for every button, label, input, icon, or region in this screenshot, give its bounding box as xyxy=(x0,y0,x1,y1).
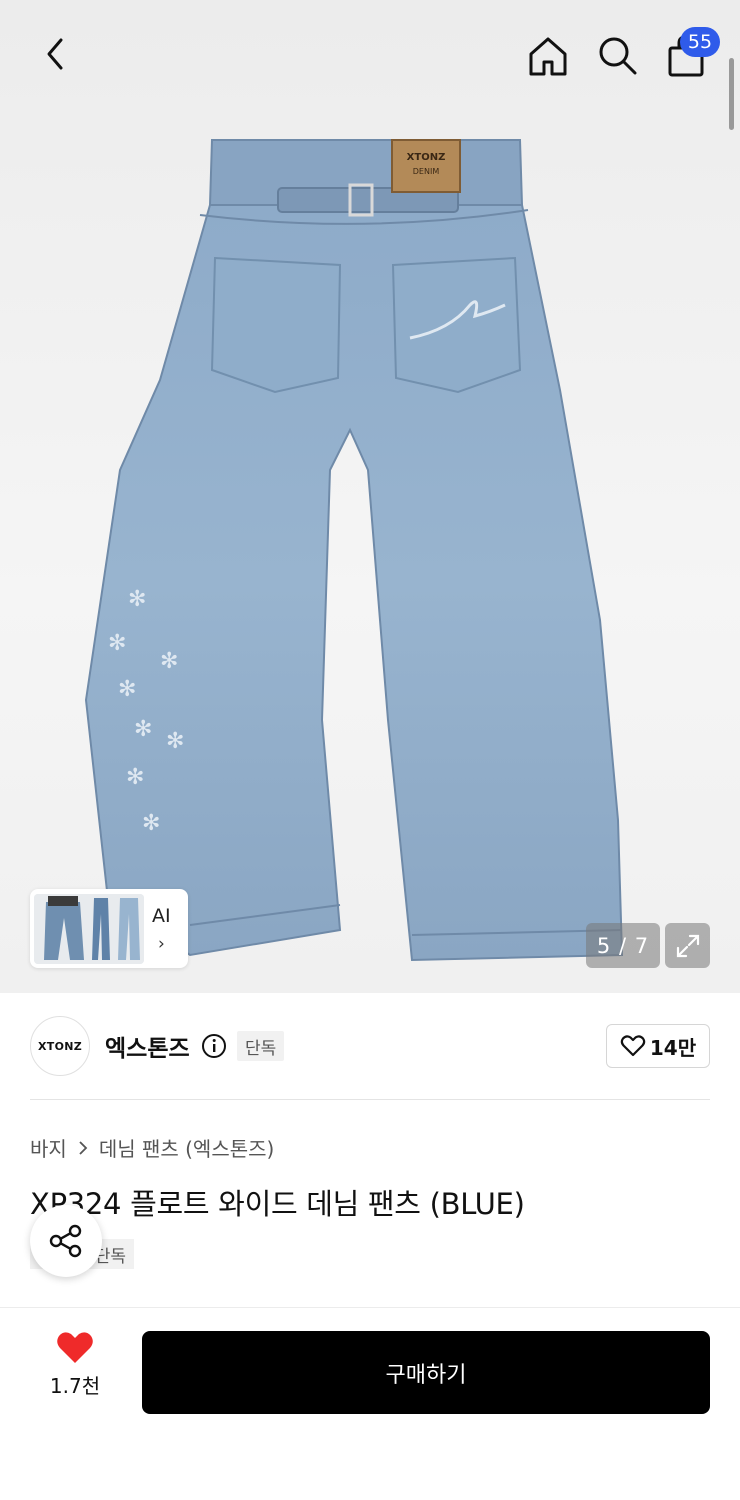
image-counter: 5 / 7 xyxy=(586,923,660,968)
exclusive-badge: 단독 xyxy=(237,1031,285,1061)
svg-text:✻: ✻ xyxy=(160,649,178,674)
home-icon xyxy=(529,37,567,76)
info-icon[interactable] xyxy=(201,1033,227,1059)
svg-text:✻: ✻ xyxy=(108,631,126,656)
svg-text:✻: ✻ xyxy=(142,811,160,836)
home-button[interactable] xyxy=(522,30,574,82)
ai-thumbnail xyxy=(34,894,144,964)
expand-icon xyxy=(676,934,699,957)
cart-count-badge: 55 xyxy=(680,27,720,57)
top-navigation-bar: 55 xyxy=(0,0,740,130)
expand-button[interactable] xyxy=(665,923,710,968)
buy-button[interactable]: 구매하기 xyxy=(142,1331,710,1414)
ai-fitting-chip[interactable] xyxy=(30,889,188,968)
product-title: XP324 플로트 와이드 데님 팬츠 (BLUE) xyxy=(30,1187,525,1221)
svg-text:✻: ✻ xyxy=(128,587,146,612)
svg-text:✻: ✻ xyxy=(118,677,136,702)
share-button[interactable] xyxy=(30,1205,102,1277)
svg-text:✻: ✻ xyxy=(166,729,184,754)
breadcrumb-subcategory[interactable]: 데님 팬츠 (엑스톤즈) xyxy=(99,1133,275,1162)
brand-logo[interactable]: XTONZ xyxy=(30,1016,90,1076)
brand-like-count: 14만 xyxy=(649,1035,697,1060)
jeans-illustration: XTONZ DENIM ✻ ✻ ✻ ✻ ✻ ✻ ✻ ✻ xyxy=(84,139,624,962)
back-button[interactable] xyxy=(30,30,78,78)
brand-logo-text: XTONZ xyxy=(37,1039,83,1053)
svg-text:✻: ✻ xyxy=(134,717,152,742)
brand-like-button[interactable]: 14만 xyxy=(606,1024,710,1068)
ai-label: AI xyxy=(152,905,171,927)
product-image[interactable]: XTONZ DENIM ✻ ✻ ✻ ✻ ✻ ✻ ✻ ✻ xyxy=(0,0,740,993)
svg-text:✻: ✻ xyxy=(126,765,144,790)
chevron-right-icon: › xyxy=(158,934,165,954)
heart-outline-icon xyxy=(620,1035,646,1057)
favorite-count: 1.7천 xyxy=(49,1374,101,1398)
brand-name[interactable]: 엑스톤즈 xyxy=(105,1029,190,1063)
breadcrumb: 바지 데님 팬츠 (엑스톤즈) xyxy=(30,1133,274,1162)
heart-filled-icon xyxy=(57,1332,93,1363)
svg-text:XTONZ: XTONZ xyxy=(407,152,446,163)
favorite-button[interactable]: 1.7천 xyxy=(40,1330,110,1410)
share-icon xyxy=(49,1224,82,1258)
chevron-right-icon xyxy=(79,1140,88,1155)
breadcrumb-category[interactable]: 바지 xyxy=(30,1133,67,1162)
search-button[interactable] xyxy=(592,30,642,80)
section-divider xyxy=(30,1099,710,1100)
chevron-left-icon xyxy=(47,38,63,70)
search-icon xyxy=(599,37,637,75)
svg-text:DENIM: DENIM xyxy=(413,167,440,176)
scrollbar[interactable] xyxy=(729,58,734,130)
